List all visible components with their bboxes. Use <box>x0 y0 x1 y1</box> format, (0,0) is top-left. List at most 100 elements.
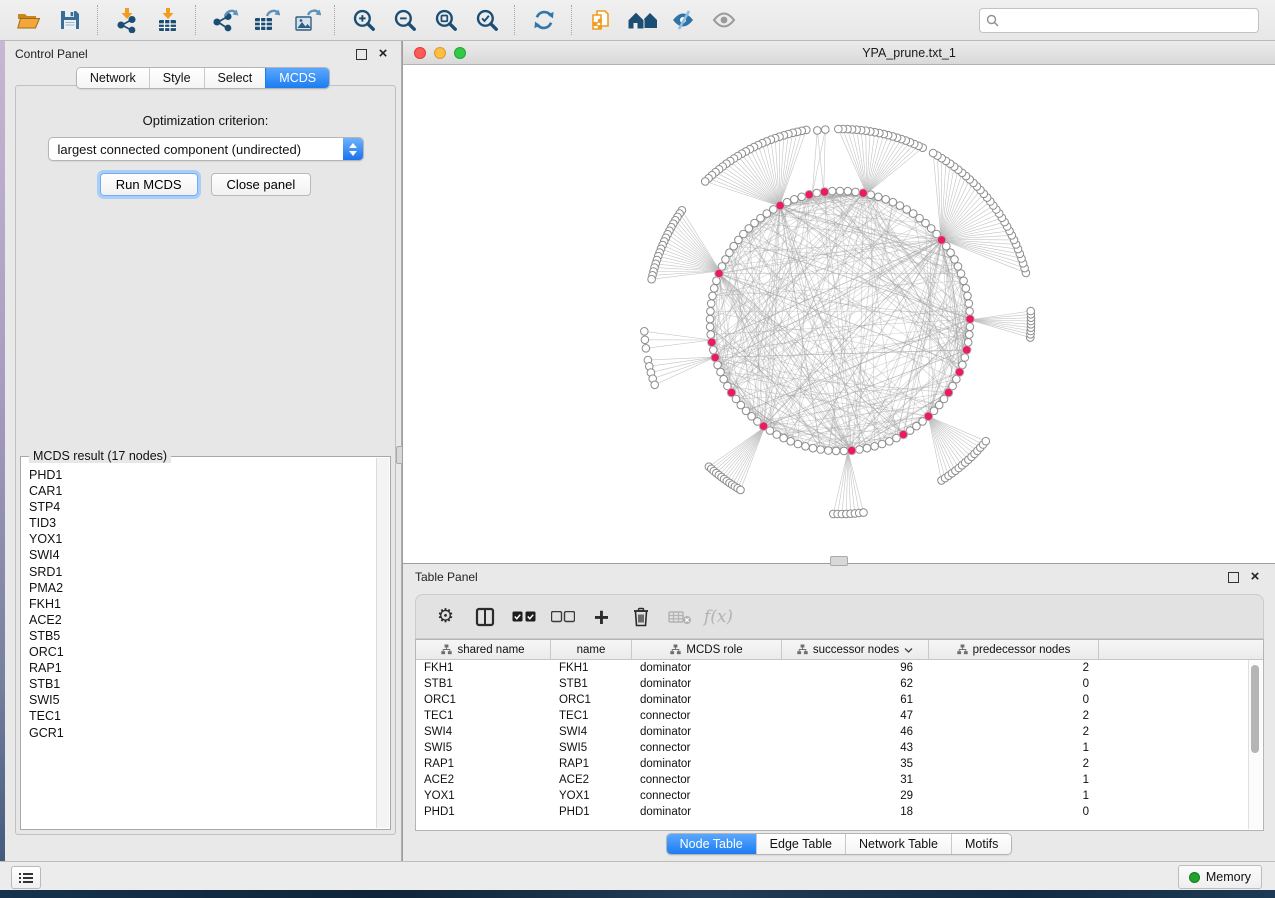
settings-icon[interactable]: ⚙ <box>426 602 465 632</box>
tab-select[interactable]: Select <box>204 68 266 88</box>
column-header-shared-name[interactable]: shared name <box>416 640 551 659</box>
float-table-panel-icon[interactable] <box>1225 569 1241 585</box>
mcds-result-item[interactable]: TEC1 <box>29 708 376 724</box>
export-network-icon[interactable] <box>204 3 245 37</box>
mcds-result-item[interactable]: CAR1 <box>29 483 376 499</box>
optimization-criterion-label: Optimization criterion: <box>16 113 395 128</box>
close-panel-icon[interactable]: × <box>375 46 391 62</box>
table-row[interactable]: ORC1 ORC1 dominator 61 0 <box>416 692 1263 708</box>
table-row[interactable]: SWI4 SWI4 dominator 46 2 <box>416 724 1263 740</box>
export-image-icon[interactable] <box>286 3 327 37</box>
maximize-window-icon[interactable] <box>454 47 466 59</box>
column-header-successor-nodes[interactable]: successor nodes <box>782 640 929 659</box>
mcds-result-item[interactable]: SWI4 <box>29 547 376 563</box>
network-canvas[interactable] <box>403 65 1275 563</box>
mcds-result-item[interactable]: SRD1 <box>29 564 376 580</box>
toolbar-separator <box>195 5 197 35</box>
table-row[interactable]: RAP1 RAP1 dominator 35 2 <box>416 756 1263 772</box>
clone-network-icon[interactable] <box>580 3 621 37</box>
status-bar: Memory <box>0 861 1275 890</box>
zoom-in-icon[interactable] <box>343 3 384 37</box>
mcds-result-item[interactable]: TID3 <box>29 515 376 531</box>
select-all-icon[interactable] <box>504 602 543 632</box>
network-column-icon <box>957 644 968 655</box>
table-row[interactable]: STB1 STB1 dominator 62 0 <box>416 676 1263 692</box>
import-table-icon[interactable] <box>147 3 188 37</box>
zoom-selected-icon[interactable] <box>466 3 507 37</box>
app-window: Control Panel × Network Style Select MCD… <box>0 0 1275 898</box>
column-header-mcds-role[interactable]: MCDS role <box>632 640 782 659</box>
mcds-result-item[interactable]: ORC1 <box>29 644 376 660</box>
tab-style[interactable]: Style <box>149 68 204 88</box>
task-history-button[interactable] <box>11 866 41 889</box>
column-layout-icon[interactable] <box>465 602 504 632</box>
mcds-result-item[interactable]: YOX1 <box>29 531 376 547</box>
horizontal-splitter-handle[interactable] <box>830 556 848 566</box>
memory-button[interactable]: Memory <box>1178 865 1262 889</box>
mcds-result-item[interactable]: PHD1 <box>29 467 376 483</box>
run-mcds-button[interactable]: Run MCDS <box>100 173 198 196</box>
tab-network[interactable]: Network <box>77 68 149 88</box>
mcds-result-item[interactable]: STP4 <box>29 499 376 515</box>
toolbar-separator <box>514 5 516 35</box>
optimization-criterion-select[interactable]: largest connected component (undirected) <box>48 137 364 161</box>
table-row[interactable]: PHD1 PHD1 dominator 18 0 <box>416 804 1263 820</box>
hide-graphics-details-icon[interactable] <box>662 3 703 37</box>
refresh-layout-icon[interactable] <box>523 3 564 37</box>
network-column-icon <box>441 644 452 655</box>
column-header-name[interactable]: name <box>551 640 632 659</box>
delete-column-icon[interactable] <box>621 602 660 632</box>
float-window-icon[interactable] <box>353 46 369 62</box>
export-table-icon[interactable] <box>245 3 286 37</box>
network-window-titlebar[interactable]: YPA_prune.txt_1 <box>403 41 1275 65</box>
mcds-result-item[interactable]: RAP1 <box>29 660 376 676</box>
search-field[interactable] <box>979 8 1259 33</box>
mcds-result-list: PHD1 CAR1 STP4 TID3 YOX1 SWI4 SRD1 PMA2 <box>23 467 376 827</box>
close-panel-button[interactable]: Close panel <box>211 173 312 196</box>
table-row[interactable]: FKH1 FKH1 dominator 96 2 <box>416 660 1263 676</box>
network-column-icon <box>797 644 808 655</box>
table-scrollbar-thumb[interactable] <box>1251 665 1259 753</box>
table-tabs: Node Table Edge Table Network Table Moti… <box>403 833 1275 855</box>
mcds-result-item[interactable]: FKH1 <box>29 596 376 612</box>
memory-status-dot <box>1189 872 1200 883</box>
zoom-fit-icon[interactable] <box>425 3 466 37</box>
home-icon[interactable] <box>621 3 662 37</box>
table-row[interactable]: YOX1 YOX1 connector 29 1 <box>416 788 1263 804</box>
mcds-result-item[interactable]: STB5 <box>29 628 376 644</box>
table-row[interactable]: TEC1 TEC1 connector 47 2 <box>416 708 1263 724</box>
toolbar-separator <box>97 5 99 35</box>
desktop-bottom-sliver <box>0 890 1275 898</box>
column-header-predecessor-nodes[interactable]: predecessor nodes <box>929 640 1099 659</box>
table-row[interactable]: SWI5 SWI5 connector 43 1 <box>416 740 1263 756</box>
mcds-result-item[interactable]: STB1 <box>29 676 376 692</box>
minimize-window-icon[interactable] <box>434 47 446 59</box>
toolbar-separator <box>334 5 336 35</box>
open-session-icon[interactable] <box>8 3 49 37</box>
mcds-result-item[interactable]: GCR1 <box>29 725 376 741</box>
save-session-icon[interactable] <box>49 3 90 37</box>
table-row[interactable]: ACE2 ACE2 connector 31 1 <box>416 772 1263 788</box>
import-network-icon[interactable] <box>106 3 147 37</box>
show-graphics-details-icon[interactable] <box>703 3 744 37</box>
add-column-icon[interactable]: + <box>582 602 621 632</box>
tab-node-table[interactable]: Node Table <box>667 834 756 854</box>
main-toolbar <box>0 0 1275 41</box>
result-scrollbar[interactable] <box>376 458 389 828</box>
table-scrollbar[interactable] <box>1248 660 1262 829</box>
control-panel-title: Control Panel <box>15 47 347 61</box>
mcds-result-item[interactable]: SWI5 <box>29 692 376 708</box>
tab-network-table[interactable]: Network Table <box>845 834 951 854</box>
zoom-out-icon[interactable] <box>384 3 425 37</box>
tab-edge-table[interactable]: Edge Table <box>756 834 845 854</box>
tab-mcds[interactable]: MCDS <box>265 68 329 88</box>
mcds-result-item[interactable]: PMA2 <box>29 580 376 596</box>
toolbar-separator <box>571 5 573 35</box>
close-table-panel-icon[interactable]: × <box>1247 569 1263 585</box>
control-panel: Control Panel × Network Style Select MCD… <box>5 41 402 861</box>
tab-motifs[interactable]: Motifs <box>951 834 1011 854</box>
close-window-icon[interactable] <box>414 47 426 59</box>
mcds-result-item[interactable]: ACE2 <box>29 612 376 628</box>
deselect-all-icon[interactable] <box>543 602 582 632</box>
search-input[interactable] <box>1004 13 1252 29</box>
